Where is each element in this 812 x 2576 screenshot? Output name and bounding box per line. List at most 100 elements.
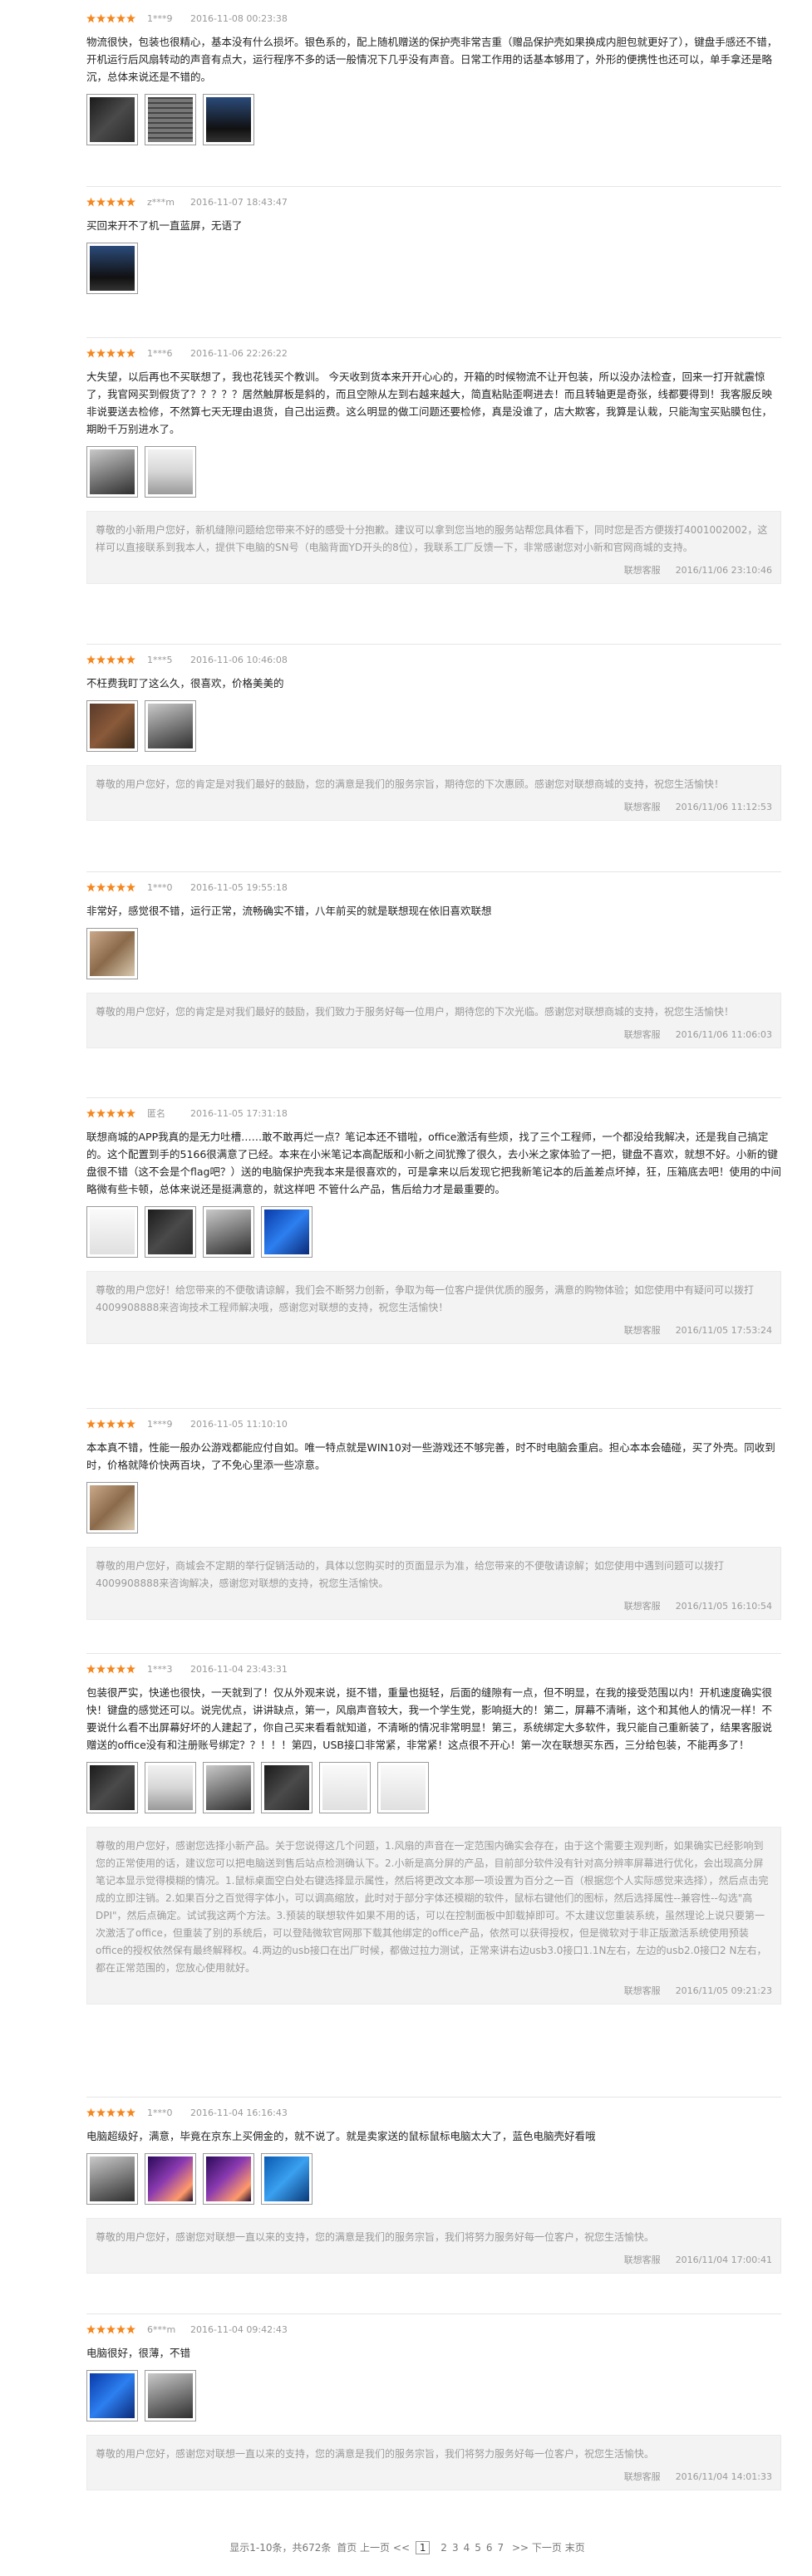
reply-footer: 联想客服 2016/11/05 17:53:24 [96, 1323, 772, 1337]
merchant-reply: 尊敬的小新用户您好，新机缝隙问题给您带来不好的感受十分抱歉。建议可以拿到您当地的… [86, 511, 781, 584]
page-link[interactable]: 4 [464, 2542, 470, 2554]
review-text: 本本真不错，性能一般办公游戏都能应付自如。唯一特点就是WIN10对一些游戏还不够… [86, 1441, 775, 1471]
review-photo-thumbnail[interactable] [86, 243, 138, 294]
star-icon [116, 655, 125, 665]
next-page-link[interactable]: 下一页 [532, 2542, 562, 2554]
review-photo-thumbnail[interactable] [145, 2370, 196, 2421]
review-meta: 1***5 2016-11-06 10:46:08 [86, 651, 781, 668]
review-photo-thumbnail[interactable] [319, 1762, 371, 1813]
star-icon [106, 882, 116, 892]
review-text: 物流很快，包装也很精心，基本没有什么损坏。银色系的，配上随机赠送的保护壳非常吉重… [86, 36, 778, 83]
review-item: 匿名 2016-11-05 17:31:18 联想商城的APP我真的是无力吐槽……敢… [86, 1097, 781, 1344]
prev-arrow-link[interactable]: << [393, 2542, 410, 2554]
star-icon [96, 13, 106, 23]
star-icon [126, 348, 135, 358]
reply-date: 2016/11/06 23:10:46 [675, 565, 772, 576]
reply-author: 联想客服 [623, 2471, 661, 2482]
reply-author: 联想客服 [623, 1601, 661, 1612]
reply-footer: 联想客服 2016/11/04 17:00:41 [96, 2253, 772, 2266]
merchant-reply: 尊敬的用户您好，感谢您选择小新产品。关于您说得这几个问题，1.风扇的声音在一定范… [86, 1827, 781, 2004]
review-photo-thumbnail[interactable] [261, 2153, 312, 2205]
reviewer-name: 1***9 [147, 1418, 173, 1430]
review-photos [86, 2370, 781, 2421]
star-icon [86, 348, 96, 358]
review-item: 1***0 2016-11-04 16:16:43 电脑超级好，满意，毕竟在京东上买… [86, 2097, 781, 2274]
reply-date: 2016/11/06 11:06:03 [675, 1029, 772, 1040]
review-photos [86, 2153, 781, 2205]
rating-stars [86, 348, 135, 358]
review-photo-thumbnail[interactable] [203, 94, 254, 145]
reply-date: 2016/11/05 17:53:24 [675, 1325, 772, 1336]
review-item: z***m 2016-11-07 18:43:47 买回来开不了机一直蓝屏，无语了 [86, 186, 781, 294]
review-photo-thumbnail[interactable] [261, 1762, 312, 1813]
reply-author: 联想客服 [623, 2255, 661, 2265]
review-photo-thumbnail[interactable] [145, 2153, 196, 2205]
reply-footer: 联想客服 2016/11/04 14:01:33 [96, 2470, 772, 2483]
review-photo-thumbnail[interactable] [86, 1762, 138, 1813]
review-meta: 1***0 2016-11-05 19:55:18 [86, 879, 781, 895]
star-icon [126, 882, 135, 892]
review-item: 1***6 2016-11-06 22:26:22 大失望，以后再也不买联想了，我也… [86, 337, 781, 584]
rating-stars [86, 1664, 135, 1674]
star-icon [126, 1419, 135, 1429]
reply-footer: 联想客服 2016/11/06 23:10:46 [96, 563, 772, 577]
review-photo-thumbnail[interactable] [86, 1206, 138, 1258]
review-photo-thumbnail[interactable] [145, 94, 196, 145]
rating-stars [86, 2107, 135, 2117]
star-icon [106, 13, 116, 23]
reply-author: 联想客服 [623, 565, 661, 576]
review-photo-thumbnail[interactable] [145, 1762, 196, 1813]
star-icon [116, 1664, 125, 1674]
star-icon [126, 2107, 135, 2117]
next-arrow-link[interactable]: >> [512, 2542, 529, 2554]
reviewer-name: z***m [147, 196, 175, 208]
review-photo-thumbnail[interactable] [86, 2370, 138, 2421]
rating-stars [86, 13, 135, 23]
current-page[interactable]: 1 [415, 2541, 431, 2554]
star-icon [96, 2107, 106, 2117]
star-icon [86, 882, 96, 892]
last-page-link[interactable]: 末页 [565, 2542, 585, 2554]
review-photo-thumbnail[interactable] [86, 2153, 138, 2205]
review-photo-thumbnail[interactable] [203, 2153, 254, 2205]
first-page-link[interactable]: 首页 [337, 2542, 357, 2554]
page-link[interactable]: 2 [440, 2542, 447, 2554]
star-icon [116, 348, 125, 358]
star-icon [126, 655, 135, 665]
merchant-reply: 尊敬的用户您好，您的肯定是对我们最好的鼓励，我们致力于服务好每一位用户，期待您的… [86, 993, 781, 1048]
review-date: 2016-11-04 16:16:43 [190, 2107, 288, 2118]
reviewer-name: 1***5 [147, 654, 173, 665]
review-photo-thumbnail[interactable] [145, 1206, 196, 1258]
prev-page-link[interactable]: 上一页 [360, 2542, 390, 2554]
review-photos [86, 446, 781, 498]
review-photo-thumbnail[interactable] [377, 1762, 429, 1813]
reply-date: 2016/11/05 09:21:23 [675, 1985, 772, 1996]
review-photo-thumbnail[interactable] [86, 446, 138, 498]
page-link[interactable]: 7 [498, 2542, 504, 2554]
rating-stars [86, 1419, 135, 1429]
page-link[interactable]: 3 [452, 2542, 459, 2554]
review-item: 1***0 2016-11-05 19:55:18 非常好，感觉很不错，运行正常，流… [86, 871, 781, 1048]
review-photo-thumbnail[interactable] [203, 1762, 254, 1813]
star-icon [86, 1419, 96, 1429]
review-photo-thumbnail[interactable] [203, 1206, 254, 1258]
page-link[interactable]: 6 [486, 2542, 493, 2554]
reviewer-name: 1***6 [147, 347, 173, 359]
review-photo-thumbnail[interactable] [86, 94, 138, 145]
review-date: 2016-11-05 17:31:18 [190, 1107, 288, 1119]
review-meta: 1***0 2016-11-04 16:16:43 [86, 2104, 781, 2121]
review-photo-thumbnail[interactable] [86, 1482, 138, 1533]
rating-stars [86, 197, 135, 207]
page-link[interactable]: 5 [475, 2542, 481, 2554]
review-photo-thumbnail[interactable] [86, 700, 138, 752]
review-list-page: 1***9 2016-11-08 00:23:38 物流很快，包装也很精心，基本没有… [0, 0, 812, 2576]
review-photo-thumbnail[interactable] [86, 928, 138, 979]
review-photo-thumbnail[interactable] [145, 446, 196, 498]
review-text: 非常好，感觉很不错，运行正常，流畅确实不错，八年前买的就是联想现在依旧喜欢联想 [86, 905, 492, 917]
review-photo-thumbnail[interactable] [145, 700, 196, 752]
star-icon [116, 882, 125, 892]
star-icon [126, 2324, 135, 2334]
star-icon [96, 1108, 106, 1118]
review-photo-thumbnail[interactable] [261, 1206, 312, 1258]
reply-text: 尊敬的用户您好，您的肯定是对我们最好的鼓励，我们致力于服务好每一位用户，期待您的… [96, 1006, 735, 1018]
